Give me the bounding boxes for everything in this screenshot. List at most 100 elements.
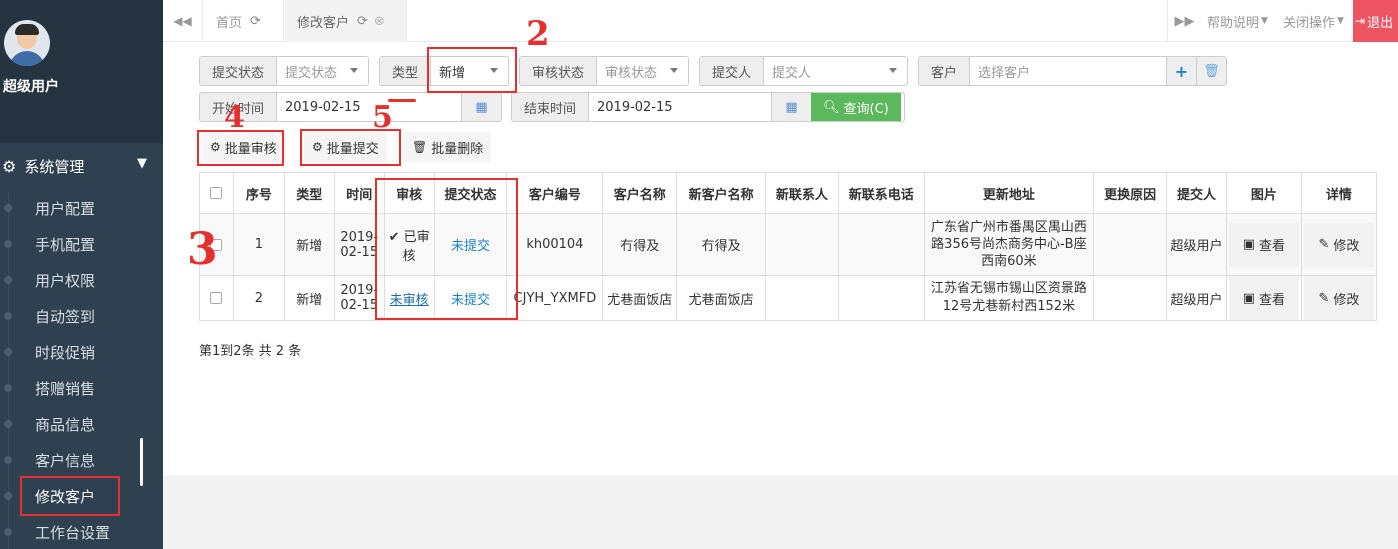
footer-area xyxy=(163,475,1398,549)
type-label: 类型 xyxy=(380,57,432,85)
sidebar-item-workbench-settings[interactable]: 工作台设置 xyxy=(0,514,163,549)
header-details[interactable]: 详情 xyxy=(1300,172,1378,214)
cell-index: 2 xyxy=(232,275,285,321)
calendar-icon[interactable]: ▦ xyxy=(461,93,501,121)
sidebar-item-phone-config[interactable]: 手机配置 xyxy=(0,226,163,262)
tab-edit-customer[interactable]: 修改客户 ⟳ ⊗ xyxy=(285,0,407,42)
header-image[interactable]: 图片 xyxy=(1225,172,1302,214)
pagination-info: 第1到2条 共 2 条 xyxy=(199,344,302,359)
close-icon[interactable]: ⊗ xyxy=(374,14,385,29)
calendar-icon[interactable]: ▦ xyxy=(771,93,812,121)
bullet-icon xyxy=(4,492,12,500)
end-time-filter: 结束时间 2019-02-15 ▦ 🔍︎ 查询(C) xyxy=(511,92,905,122)
header-customer-code[interactable]: 客户编号 xyxy=(506,172,604,214)
row-checkbox[interactable] xyxy=(210,292,223,304)
customer-input[interactable]: 选择客户 xyxy=(970,57,1166,85)
submitter-label: 提交人 xyxy=(700,57,765,85)
refresh-icon[interactable]: ⟳ xyxy=(357,14,368,29)
audit-status-label: 审核状态 xyxy=(520,57,598,85)
submitter-placeholder: 提交人 xyxy=(772,65,812,81)
select-all-checkbox[interactable] xyxy=(210,187,223,199)
annotation-mark-2: 2 xyxy=(526,14,550,54)
cell-address: 江苏省无锡市锡山区资景路12号尤巷新村西152米 xyxy=(923,275,1095,321)
menu-system-management[interactable]: ⚙ 系统管理 ▼ xyxy=(0,148,163,184)
scroll-right-icon[interactable]: ▶▶ xyxy=(1167,0,1201,42)
sidebar-item-time-promo[interactable]: 时段促销 xyxy=(0,334,163,370)
cell-customer-code: kh00104 xyxy=(506,213,604,276)
header-reason[interactable]: 更换原因 xyxy=(1093,172,1168,214)
user-profile: 超级用户 xyxy=(0,0,163,143)
header-customer-name[interactable]: 客户名称 xyxy=(602,172,678,214)
top-bar: ◀◀ 首页 ⟳ 修改客户 ⟳ ⊗ ▶▶ 帮助说明 ▼ 关闭操作 ▼ ⇥ 退出 xyxy=(163,0,1398,42)
close-operations-menu[interactable]: 关闭操作 ▼ xyxy=(1283,0,1344,42)
header-submitter[interactable]: 提交人 xyxy=(1166,172,1227,214)
cell-new-customer-name: 冇得及 xyxy=(676,213,766,276)
sidebar-item-user-permissions[interactable]: 用户权限 xyxy=(0,262,163,298)
logout-button[interactable]: ⇥ 退出 xyxy=(1353,0,1398,42)
view-label: 查看 xyxy=(1259,292,1286,308)
start-time-input[interactable]: 2019-02-15 xyxy=(277,93,461,121)
plus-icon[interactable]: + xyxy=(1166,57,1196,85)
image-icon: ▣ xyxy=(1242,237,1256,252)
submitter-filter: 提交人 提交人 xyxy=(699,56,908,86)
sidebar-item-bundle-sales[interactable]: 搭赠销售 xyxy=(0,370,163,406)
header-address[interactable]: 更新地址 xyxy=(923,172,1095,214)
header-type[interactable]: 类型 xyxy=(283,172,335,214)
header-index[interactable]: 序号 xyxy=(232,172,285,214)
gears-icon: ⚙ xyxy=(2,156,17,176)
bullet-icon xyxy=(4,240,12,248)
caret-down-icon: ▼ xyxy=(1261,16,1268,26)
annotation-box-audit-columns xyxy=(375,178,518,320)
sidebar-item-customer-info[interactable]: 客户信息 xyxy=(0,442,163,478)
row-select-cell xyxy=(199,275,234,321)
submit-status-select[interactable]: 提交状态 xyxy=(277,57,368,85)
edit-label: 修改 xyxy=(1333,239,1360,254)
start-time-value: 2019-02-15 xyxy=(285,99,361,115)
search-icon: 🔍︎ xyxy=(823,99,840,115)
batch-delete-button[interactable]: 🗑 批量删除 xyxy=(404,132,492,162)
cell-image: ▣ 查看 xyxy=(1225,213,1302,276)
bullet-icon xyxy=(4,204,12,212)
view-label: 查看 xyxy=(1259,239,1286,254)
cell-index: 1 xyxy=(232,213,285,276)
bullet-icon xyxy=(4,312,12,320)
username: 超级用户 xyxy=(3,79,59,95)
audit-status-select[interactable]: 审核状态 xyxy=(597,57,688,85)
trash-icon[interactable]: 🗑 xyxy=(1196,57,1226,85)
tab-home[interactable]: 首页 ⟳ xyxy=(204,0,284,42)
edit-button[interactable]: ✎ 修改 xyxy=(1303,276,1374,320)
refresh-icon[interactable]: ⟳ xyxy=(250,14,261,29)
annotation-box-batch-audit xyxy=(197,130,284,166)
header-new-phone[interactable]: 新联系电话 xyxy=(837,172,925,214)
header-new-contact[interactable]: 新联系人 xyxy=(764,172,839,214)
caret-down-icon xyxy=(889,68,897,73)
annotation-box-edit-customer xyxy=(20,476,120,516)
submitter-select[interactable]: 提交人 xyxy=(764,57,907,85)
cell-new-customer-name: 尤巷面饭店 xyxy=(676,275,766,321)
sidebar-item-label: 手机配置 xyxy=(35,235,96,254)
cell-address: 广东省广州市番禺区禺山西路356号尚杰商务中心-B座西南60米 xyxy=(923,213,1095,276)
submit-status-label: 提交状态 xyxy=(200,57,278,85)
query-button[interactable]: 🔍︎ 查询(C) xyxy=(811,93,901,121)
sidebar-item-auto-checkin[interactable]: 自动签到 xyxy=(0,298,163,334)
end-time-input[interactable]: 2019-02-15 xyxy=(589,93,771,121)
sidebar-item-label: 搭赠销售 xyxy=(35,379,96,398)
sidebar-item-label: 客户信息 xyxy=(35,451,96,470)
header-new-customer-name[interactable]: 新客户名称 xyxy=(676,172,766,214)
bullet-icon xyxy=(4,276,12,284)
cell-new-phone xyxy=(837,275,925,321)
cell-customer-name: 尤巷面饭店 xyxy=(602,275,678,321)
sidebar-item-label: 自动签到 xyxy=(35,307,96,326)
bullet-icon xyxy=(4,420,12,428)
edit-button[interactable]: ✎ 修改 xyxy=(1303,222,1374,267)
view-image-button[interactable]: ▣ 查看 xyxy=(1228,276,1299,320)
help-menu[interactable]: 帮助说明 ▼ xyxy=(1207,0,1268,42)
sidebar-item-label: 时段促销 xyxy=(35,343,96,362)
sidebar-item-label: 工作台设置 xyxy=(35,523,111,542)
scroll-left-icon[interactable]: ◀◀ xyxy=(163,0,203,42)
avatar[interactable] xyxy=(4,20,50,66)
view-image-button[interactable]: ▣ 查看 xyxy=(1228,222,1299,267)
sidebar-item-user-config[interactable]: 用户配置 xyxy=(0,190,163,226)
sidebar-item-product-info[interactable]: 商品信息 xyxy=(0,406,163,442)
customer-label: 客户 xyxy=(919,57,971,85)
